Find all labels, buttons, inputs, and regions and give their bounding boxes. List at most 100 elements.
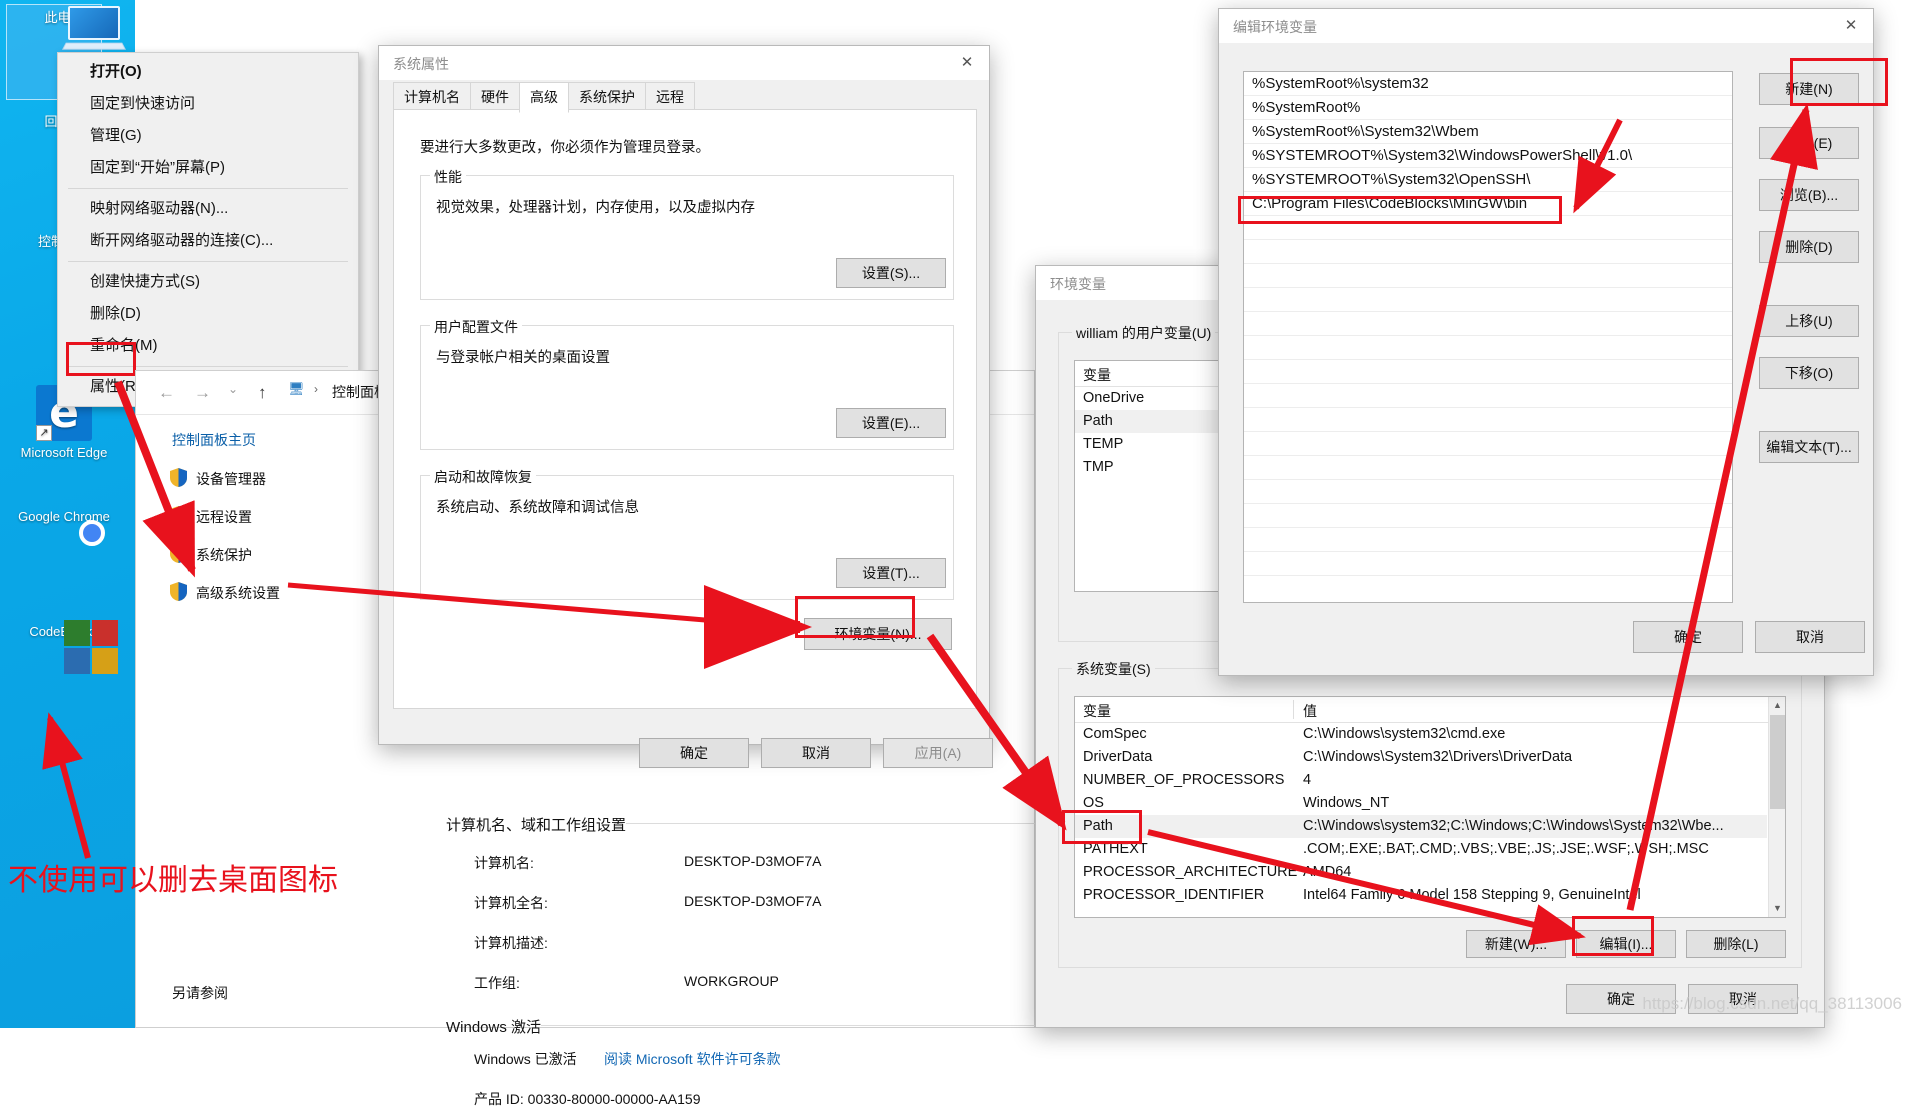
path-entry-empty[interactable] (1244, 240, 1732, 264)
close-icon[interactable]: ✕ (945, 46, 989, 80)
path-entry-empty[interactable] (1244, 408, 1732, 432)
computer-full-name-value: DESKTOP-D3MOF7A (684, 893, 822, 909)
system-variables-table[interactable]: 变量 值 ComSpec C:\Windows\system32\cmd.exe… (1074, 696, 1786, 918)
desktop-icon-this-pc[interactable]: 此电脑 (4, 6, 127, 50)
sidebar-item-remote-settings[interactable]: 远程设置 (136, 498, 396, 536)
path-delete-button[interactable]: 删除(D) (1759, 231, 1859, 263)
recent-locations-icon[interactable]: ⌄ (228, 382, 238, 396)
edit-env-cancel-button[interactable]: 取消 (1755, 621, 1865, 653)
table-row[interactable]: OS Windows_NT (1075, 792, 1767, 815)
path-entry-highlighted[interactable]: C:\Program Files\CodeBlocks\MinGW\bin (1244, 192, 1732, 216)
sidebar-item-system-protection[interactable]: 系统保护 (136, 536, 396, 574)
table-row[interactable]: NUMBER_OF_PROCESSORS 4 (1075, 769, 1767, 792)
tab-advanced[interactable]: 高级 (519, 82, 569, 113)
variable-name: ComSpec (1083, 726, 1147, 742)
license-terms-link[interactable]: 阅读 Microsoft 软件许可条款 (604, 1049, 781, 1069)
path-entry-empty[interactable] (1244, 288, 1732, 312)
scroll-down-icon[interactable]: ▼ (1769, 900, 1785, 917)
path-entry-empty[interactable] (1244, 456, 1732, 480)
path-entry[interactable]: %SYSTEMROOT%\System32\OpenSSH\ (1244, 168, 1732, 192)
context-menu-item-manage[interactable]: 管理(G) (58, 120, 358, 152)
computer-name-label: 计算机名: (474, 855, 534, 871)
path-entry-empty[interactable] (1244, 264, 1732, 288)
path-entry-empty[interactable] (1244, 336, 1732, 360)
variable-name: PATHEXT (1083, 841, 1148, 857)
system-new-button[interactable]: 新建(W)... (1466, 930, 1566, 958)
path-entries-list[interactable]: %SystemRoot%\system32 %SystemRoot% %Syst… (1243, 71, 1733, 603)
this-pc-breadcrumb-icon[interactable]: 🖥 (288, 381, 305, 397)
edit-env-titlebar: 编辑环境变量 ✕ (1219, 9, 1873, 43)
path-entry[interactable]: %SYSTEMROOT%\System32\WindowsPowerShell\… (1244, 144, 1732, 168)
system-edit-button[interactable]: 编辑(I)... (1576, 930, 1676, 958)
back-icon[interactable]: ← (158, 383, 175, 403)
edit-env-ok-button[interactable]: 确定 (1633, 621, 1743, 653)
startup-recovery-settings-button[interactable]: 设置(T)... (836, 558, 946, 588)
environment-variables-button[interactable]: 环境变量(N)... (804, 618, 952, 650)
close-icon[interactable]: ✕ (1829, 9, 1873, 43)
see-also-label: 另请参阅 (172, 985, 228, 1001)
system-properties-cancel-button[interactable]: 取消 (761, 738, 871, 768)
table-row[interactable]: Path C:\Windows\system32;C:\Windows;C:\W… (1075, 815, 1767, 838)
desktop-icon-chrome[interactable]: Google Chrome (4, 505, 124, 524)
performance-description: 视觉效果，处理器计划，内存使用，以及虚拟内存 (436, 200, 755, 216)
path-new-button[interactable]: 新建(N) (1759, 73, 1859, 105)
path-entry-empty[interactable] (1244, 360, 1732, 384)
column-header-variable: 变量 (1083, 367, 1111, 383)
context-menu-item-delete[interactable]: 删除(D) (58, 298, 358, 330)
scroll-up-icon[interactable]: ▲ (1769, 697, 1785, 714)
context-menu-item-create-shortcut[interactable]: 创建快捷方式(S) (58, 266, 358, 298)
computer-settings-group-title: 计算机名、域和工作组设置 (446, 817, 627, 834)
variable-name: PROCESSOR_ARCHITECTURE (1083, 864, 1298, 880)
system-properties-tabs[interactable]: 计算机名 硬件 高级 系统保护 远程 (393, 82, 975, 113)
sidebar-control-panel-home[interactable]: 控制面板主页 (136, 416, 396, 460)
table-row[interactable]: PATHEXT .COM;.EXE;.BAT;.CMD;.VBS;.VBE;.J… (1075, 838, 1767, 861)
path-entry-empty[interactable] (1244, 504, 1732, 528)
table-row[interactable]: DriverData C:\Windows\System32\Drivers\D… (1075, 746, 1767, 769)
table-row[interactable]: PROCESSOR_IDENTIFIER Intel64 Family 6 Mo… (1075, 884, 1767, 907)
path-move-up-button[interactable]: 上移(U) (1759, 305, 1859, 337)
user-profiles-settings-button[interactable]: 设置(E)... (836, 408, 946, 438)
this-pc-context-menu[interactable]: 打开(O) 固定到快速访问 管理(G) 固定到“开始”屏幕(P) 映射网络驱动器… (57, 52, 359, 407)
path-entry-empty[interactable] (1244, 528, 1732, 552)
path-move-down-button[interactable]: 下移(O) (1759, 357, 1859, 389)
scrollbar-thumb[interactable] (1770, 715, 1785, 809)
path-entry-empty[interactable] (1244, 312, 1732, 336)
path-entry-empty[interactable] (1244, 384, 1732, 408)
desktop-icon-codeblocks[interactable]: CodeBlocks (4, 620, 124, 674)
path-browse-button[interactable]: 浏览(B)... (1759, 179, 1859, 211)
variable-name: OS (1083, 795, 1104, 811)
context-menu-item-rename[interactable]: 重命名(M) (58, 330, 358, 362)
context-menu-item-disconnect-network-drive[interactable]: 断开网络驱动器的连接(C)... (58, 225, 358, 257)
system-variables-table-header: 变量 值 (1075, 697, 1785, 723)
sidebar-item-advanced-system-settings[interactable]: 高级系统设置 (136, 574, 396, 612)
context-menu-item-pin-quick-access[interactable]: 固定到快速访问 (58, 88, 358, 120)
path-entry[interactable]: %SystemRoot% (1244, 96, 1732, 120)
context-menu-item-open[interactable]: 打开(O) (58, 56, 358, 88)
system-properties-ok-button[interactable]: 确定 (639, 738, 749, 768)
context-menu-item-map-network-drive[interactable]: 映射网络驱动器(N)... (58, 193, 358, 225)
path-entry-empty[interactable] (1244, 480, 1732, 504)
table-row[interactable]: PROCESSOR_ARCHITECTURE AMD64 (1075, 861, 1767, 884)
system-variables-group-label: 系统变量(S) (1072, 659, 1155, 679)
path-edit-text-button[interactable]: 编辑文本(T)... (1759, 431, 1859, 463)
path-entry-empty[interactable] (1244, 432, 1732, 456)
column-header-variable: 变量 (1083, 703, 1111, 719)
path-entry[interactable]: %SystemRoot%\system32 (1244, 72, 1732, 96)
forward-icon[interactable]: → (194, 383, 211, 403)
performance-settings-button[interactable]: 设置(S)... (836, 258, 946, 288)
system-variables-scrollbar[interactable]: ▲ ▼ (1768, 697, 1785, 917)
path-edit-button[interactable]: 编辑(E) (1759, 127, 1859, 159)
path-entry-empty[interactable] (1244, 216, 1732, 240)
startup-recovery-group-title: 启动和故障恢复 (430, 467, 536, 487)
sidebar-item-device-manager[interactable]: 设备管理器 (136, 460, 396, 498)
table-row[interactable]: ComSpec C:\Windows\system32\cmd.exe (1075, 723, 1767, 746)
system-delete-button[interactable]: 删除(L) (1686, 930, 1786, 958)
path-entry-empty[interactable] (1244, 552, 1732, 576)
dialog-title: 编辑环境变量 (1233, 19, 1317, 35)
context-menu-item-pin-start[interactable]: 固定到“开始”屏幕(P) (58, 152, 358, 184)
shield-icon (170, 506, 187, 525)
advanced-tab-panel: 要进行大多数更改，你必须作为管理员登录。 性能 视觉效果，处理器计划，内存使用，… (393, 109, 977, 709)
system-properties-apply-button[interactable]: 应用(A) (883, 738, 993, 768)
up-icon[interactable]: ↑ (258, 383, 267, 403)
path-entry[interactable]: %SystemRoot%\System32\Wbem (1244, 120, 1732, 144)
